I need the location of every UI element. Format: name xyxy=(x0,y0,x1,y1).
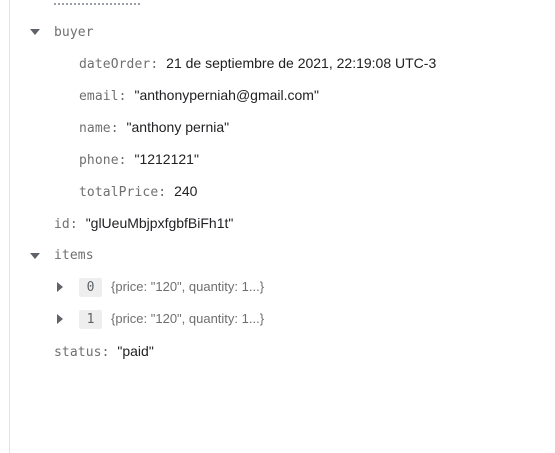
field-key-phone: phone xyxy=(79,153,119,168)
array-item-preview: {price: "120", quantity: 1...} xyxy=(111,311,265,326)
field-key-totalPrice: totalPrice xyxy=(79,185,159,200)
field-name[interactable]: name: "anthony pernia" xyxy=(79,115,229,139)
field-buyer[interactable]: buyer xyxy=(54,20,94,44)
field-value-status: "paid" xyxy=(117,343,154,359)
field-key-dateOrder: dateOrder xyxy=(79,57,151,72)
field-key-name: name xyxy=(79,121,111,136)
field-key-email: email xyxy=(79,89,119,104)
field-key-status: status xyxy=(54,345,102,360)
field-dateOrder[interactable]: dateOrder: 21 de septiembre de 2021, 22:1… xyxy=(79,51,436,75)
field-email[interactable]: email: "anthonyperniah@gmail.com" xyxy=(79,83,319,107)
field-key-items: items xyxy=(54,248,94,263)
array-index-chip: 1 xyxy=(79,309,102,329)
field-colon: : xyxy=(118,89,127,104)
array-item-preview: {price: "120", quantity: 1...} xyxy=(111,279,265,294)
field-status[interactable]: status: "paid" xyxy=(54,339,154,363)
caret-down-icon[interactable] xyxy=(30,29,40,35)
field-colon: : xyxy=(150,57,159,72)
field-value-dateOrder: 21 de septiembre de 2021, 22:19:08 UTC-3 xyxy=(166,55,437,71)
field-value-phone: "1212121" xyxy=(134,151,199,167)
field-key-id: id xyxy=(54,217,70,232)
field-value-id: "glUeuMbjpxfgbfBiFh1t" xyxy=(85,215,234,231)
field-colon: : xyxy=(69,217,78,232)
array-item-1[interactable]: 1 {price: "120", quantity: 1...} xyxy=(79,307,264,331)
field-colon: : xyxy=(101,345,110,360)
field-items[interactable]: items xyxy=(54,243,94,267)
field-value-totalPrice: 240 xyxy=(174,183,198,199)
document-field-viewer: buyer dateOrder: 21 de septiembre de 2021… xyxy=(0,0,555,453)
field-phone[interactable]: phone: "1212121" xyxy=(79,147,199,171)
clipped-top-text xyxy=(54,0,140,5)
array-item-0[interactable]: 0 {price: "120", quantity: 1...} xyxy=(79,275,264,299)
caret-right-icon[interactable] xyxy=(57,282,63,292)
field-id[interactable]: id: "glUeuMbjpxfgbfBiFh1t" xyxy=(54,211,233,235)
field-value-name: "anthony pernia" xyxy=(126,119,230,135)
caret-down-icon[interactable] xyxy=(30,253,40,259)
field-value-email: "anthonyperniah@gmail.com" xyxy=(134,87,319,103)
caret-right-icon[interactable] xyxy=(57,314,63,324)
field-colon: : xyxy=(118,153,127,168)
field-totalPrice[interactable]: totalPrice: 240 xyxy=(79,179,197,203)
array-index-chip: 0 xyxy=(79,277,102,297)
field-key-buyer: buyer xyxy=(54,25,94,40)
left-divider xyxy=(9,0,10,453)
field-colon: : xyxy=(110,121,119,136)
field-colon: : xyxy=(158,185,167,200)
